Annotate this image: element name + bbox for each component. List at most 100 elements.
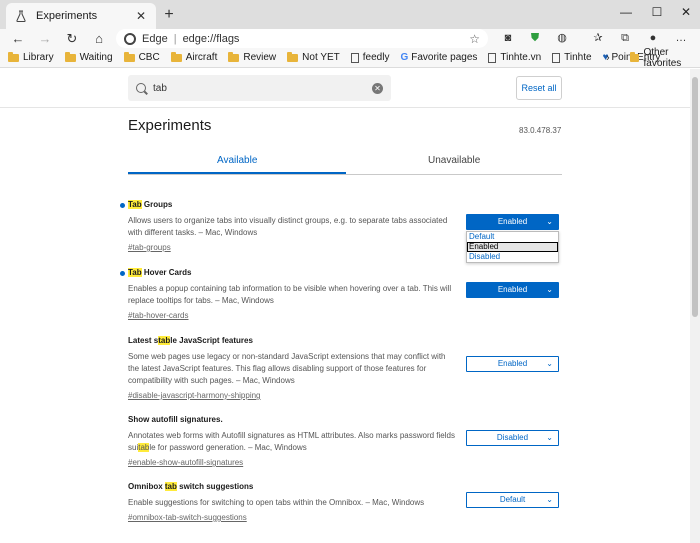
minimize-button[interactable]: — bbox=[612, 2, 640, 22]
flag-item: Latest stable JavaScript features Some w… bbox=[128, 336, 562, 401]
page-title: Experiments bbox=[128, 117, 212, 134]
flag-title: Omnibox tab switch suggestions bbox=[128, 482, 254, 491]
tab-title: Experiments bbox=[36, 10, 98, 22]
favorite-feedly[interactable]: feedly bbox=[350, 52, 390, 63]
extension-icon[interactable]: ◍ bbox=[553, 30, 571, 47]
flags-tabs: Available Unavailable bbox=[128, 151, 562, 175]
close-tab-icon[interactable]: ✕ bbox=[134, 9, 148, 23]
flag-description: Annotates web forms with Autofill signat… bbox=[128, 431, 455, 452]
flag-select[interactable]: Enabled ⌄ bbox=[466, 214, 559, 230]
flag-title: Show autofill signatures. bbox=[128, 415, 223, 424]
flag-permalink[interactable]: #omnibox-tab-switch-suggestions bbox=[128, 513, 247, 522]
flags-page: ✕ Reset all Experiments 83.0.478.37 Avai… bbox=[0, 69, 690, 543]
favorite-label: Tinhte.vn bbox=[500, 52, 542, 63]
header-divider bbox=[0, 107, 690, 108]
maximize-button[interactable]: ☐ bbox=[643, 2, 671, 22]
shield-icon[interactable]: ⛊ bbox=[526, 30, 544, 47]
flag-permalink[interactable]: #enable-show-autofill-signatures bbox=[128, 458, 243, 467]
flag-description: Allows users to organize tabs into visua… bbox=[128, 216, 448, 237]
favorite-library[interactable]: Library bbox=[8, 51, 54, 63]
flag-select[interactable]: Enabled ⌄ bbox=[466, 356, 559, 372]
flag-title: Latest stable JavaScript features bbox=[128, 336, 253, 345]
option-disabled[interactable]: Disabled bbox=[467, 252, 558, 262]
favorite-waiting[interactable]: Waiting bbox=[64, 51, 113, 63]
flag-permalink[interactable]: #disable-javascript-harmony-shipping bbox=[128, 391, 261, 400]
folder-icon bbox=[228, 51, 240, 62]
favorite-label: Aircraft bbox=[185, 52, 218, 63]
search-input[interactable] bbox=[153, 82, 372, 94]
flag-permalink[interactable]: #tab-groups bbox=[128, 243, 171, 252]
address-brand: Edge bbox=[142, 32, 168, 45]
refresh-icon[interactable]: ↻ bbox=[62, 30, 82, 47]
tab-available[interactable]: Available bbox=[217, 155, 257, 166]
flag-search-box: ✕ bbox=[128, 75, 391, 101]
option-default[interactable]: Default bbox=[467, 232, 558, 242]
favorites-bar: Library Waiting CBC Aircraft Review Not … bbox=[0, 47, 700, 69]
profile-avatar[interactable]: ● bbox=[644, 30, 662, 47]
version-label: 83.0.478.37 bbox=[519, 126, 562, 135]
back-arrow-icon[interactable]: ← bbox=[8, 30, 28, 47]
address-url[interactable]: edge://flags bbox=[183, 33, 470, 45]
option-enabled[interactable]: Enabled bbox=[467, 242, 558, 252]
tab-unavailable[interactable]: Unavailable bbox=[428, 155, 480, 166]
folder-icon bbox=[287, 51, 299, 62]
home-icon[interactable]: ⌂ bbox=[89, 30, 109, 47]
google-icon: G bbox=[400, 52, 409, 63]
reset-all-button[interactable]: Reset all bbox=[516, 76, 562, 100]
chevron-right-icon[interactable]: › bbox=[606, 48, 610, 68]
forward-arrow-icon[interactable]: → bbox=[35, 30, 55, 47]
flag-description: Enable suggestions for switching to open… bbox=[128, 498, 425, 507]
active-tab-indicator bbox=[128, 172, 346, 174]
flask-icon bbox=[14, 9, 28, 23]
favorite-aircraft[interactable]: Aircraft bbox=[170, 51, 218, 63]
favorite-cbc[interactable]: CBC bbox=[123, 51, 160, 63]
flag-description: Some web pages use legacy or non-standar… bbox=[128, 352, 446, 385]
modified-indicator bbox=[120, 271, 125, 276]
folder-icon bbox=[123, 51, 135, 62]
address-separator: | bbox=[173, 32, 177, 45]
page-scrollbar[interactable] bbox=[690, 69, 700, 543]
edge-logo-icon bbox=[124, 32, 136, 45]
favorite-review[interactable]: Review bbox=[228, 51, 277, 63]
favorite-label: Waiting bbox=[79, 52, 113, 63]
favorite-other[interactable]: Other favorites bbox=[630, 47, 700, 69]
address-bar[interactable]: Edge | edge://flags ☆ bbox=[116, 29, 488, 48]
scrollbar-thumb[interactable] bbox=[692, 77, 698, 317]
chevron-down-icon: ⌄ bbox=[546, 433, 553, 442]
favorite-tinhte[interactable]: Tinhte bbox=[552, 52, 592, 63]
favorite-label: Not YET bbox=[302, 52, 340, 63]
favorite-favorite-pages[interactable]: G Favorite pages bbox=[400, 52, 477, 63]
flag-title: Tab Groups bbox=[128, 200, 173, 209]
flag-permalink[interactable]: #tab-hover-cards bbox=[128, 311, 188, 320]
page-icon bbox=[488, 52, 497, 63]
favorite-label: Library bbox=[23, 52, 54, 63]
flag-select[interactable]: Enabled ⌄ bbox=[466, 282, 559, 298]
flag-select[interactable]: Disabled ⌄ bbox=[466, 430, 559, 446]
search-icon bbox=[136, 83, 146, 93]
browser-tab-experiments[interactable]: Experiments ✕ bbox=[6, 3, 156, 29]
flag-select[interactable]: Default ⌄ bbox=[466, 492, 559, 508]
favorite-label: Review bbox=[243, 52, 277, 63]
pocket-icon[interactable]: ◙ bbox=[499, 30, 517, 47]
page-icon bbox=[552, 52, 561, 63]
clear-search-icon[interactable]: ✕ bbox=[372, 82, 383, 94]
favorite-tinhte-vn[interactable]: Tinhte.vn bbox=[488, 52, 541, 63]
more-menu-icon[interactable]: … bbox=[672, 30, 690, 47]
flag-item: Omnibox tab switch suggestions Enable su… bbox=[128, 482, 562, 523]
favorite-not-yet[interactable]: Not YET bbox=[287, 51, 340, 63]
window-close-button[interactable]: ✕ bbox=[672, 2, 700, 22]
favorite-label: feedly bbox=[362, 52, 390, 63]
flag-item: Tab Groups Allows users to organize tabs… bbox=[120, 200, 562, 263]
flag-description: Enables a popup containing tab informati… bbox=[128, 284, 452, 305]
new-tab-button[interactable]: + bbox=[160, 6, 178, 24]
page-icon bbox=[350, 52, 359, 63]
favorite-label: Favorite pages bbox=[411, 52, 478, 63]
navigation-toolbar: ← → ↻ ⌂ Edge | edge://flags ☆ ◙ ⛊ ◍ ✰ ⧉ … bbox=[0, 29, 700, 48]
flag-item: Tab Hover Cards Enables a popup containi… bbox=[120, 268, 562, 321]
modified-indicator bbox=[120, 203, 125, 208]
folder-icon bbox=[64, 51, 76, 62]
favorite-star-icon[interactable]: ☆ bbox=[469, 32, 480, 46]
favorite-label: Tinhte bbox=[564, 52, 592, 63]
favorites-icon[interactable]: ✰ bbox=[589, 30, 607, 47]
collections-icon[interactable]: ⧉ bbox=[616, 30, 634, 47]
